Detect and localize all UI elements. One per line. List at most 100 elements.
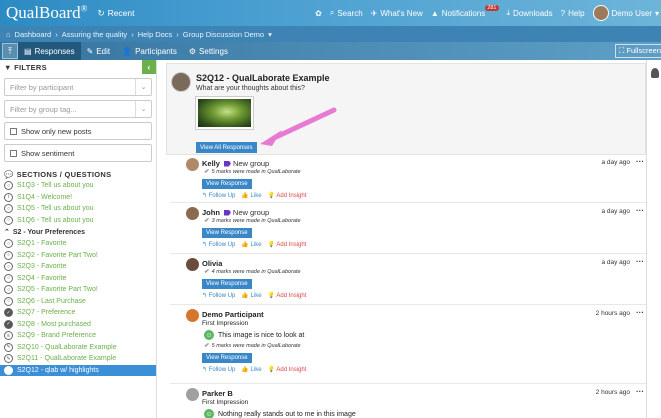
search-link[interactable]: ⌕ Search <box>330 8 363 18</box>
caret-down-icon[interactable]: ▾ <box>268 30 272 39</box>
pen-icon: ✐ <box>204 269 209 275</box>
timestamp: a day ago <box>601 159 630 166</box>
response-item: Kelly New group a day ago ··· ✐ 5 marks were … <box>170 155 646 203</box>
whats-new-link[interactable]: ✈ What's New <box>371 9 423 18</box>
help-link[interactable]: ? Help <box>561 9 585 18</box>
notifications-link[interactable]: ▲ Notifications 281 <box>431 5 499 18</box>
top-bar: QualBoard® ↻ Recent ✿ ⌕ Search ✈ What's New… <box>0 0 661 26</box>
response-actions: ↰ Follow Up 👍 Like 💡 Add Insight <box>202 241 306 248</box>
avatar[interactable] <box>186 207 199 220</box>
palette-icon[interactable]: ✿ <box>315 9 322 18</box>
add-insight-link[interactable]: 💡 Add Insight <box>268 292 307 299</box>
participant-name[interactable]: Demo Participant <box>202 310 264 319</box>
collapse-sidebar-button[interactable]: ‹ <box>142 60 156 74</box>
avatar[interactable] <box>186 258 199 271</box>
question-item[interactable]: ○ S2Q2 - Favorite Part Two! <box>0 250 156 262</box>
group-tag-filter[interactable]: Filter by group tag... ⌄ <box>4 100 152 118</box>
info-icon: i <box>4 192 13 202</box>
avatar[interactable] <box>186 388 199 401</box>
home-icon: ⌂ <box>6 29 11 39</box>
user-menu[interactable]: Demo User ▾ <box>592 5 659 21</box>
follow-up-link[interactable]: ↰ Follow Up <box>202 366 235 373</box>
add-insight-link[interactable]: 💡 Add Insight <box>268 192 307 199</box>
like-link[interactable]: 👍 Like <box>241 292 261 299</box>
question-item[interactable]: ✓ S2Q7 - Preference <box>0 307 156 319</box>
recent-menu[interactable]: ↻ Recent <box>97 8 134 19</box>
more-options-icon[interactable]: ··· <box>636 206 644 215</box>
question-item[interactable]: ✎ S2Q11 - QualLaborate Example <box>0 353 156 365</box>
like-link[interactable]: 👍 Like <box>241 192 261 199</box>
question-item[interactable]: ○ S2Q1 - Favorite <box>0 238 156 250</box>
more-options-icon[interactable]: ··· <box>636 157 644 166</box>
view-response-button[interactable]: View Response <box>202 179 252 189</box>
add-insight-link[interactable]: 💡 Add Insight <box>268 241 307 248</box>
tag-icon <box>223 160 231 167</box>
question-item[interactable]: i S1Q4 - Welcome! <box>0 192 156 204</box>
question-item[interactable]: ○ S2Q5 - Favorite Part Two! <box>0 284 156 296</box>
search-icon: ⌕ <box>329 8 335 17</box>
show-sentiment-checkbox[interactable]: Show sentiment <box>4 144 152 162</box>
tab-edit[interactable]: ✎ Edit <box>81 42 117 60</box>
brand-logo[interactable]: QualBoard® <box>0 3 87 23</box>
notifications-badge: 281 <box>485 5 499 11</box>
history-icon: ↻ <box>97 7 105 18</box>
question-item[interactable]: ○ S1Q6 - Tell us about you <box>0 215 156 227</box>
show-new-posts-checkbox[interactable]: Show only new posts <box>4 122 152 140</box>
like-link[interactable]: 👍 Like <box>241 366 261 373</box>
question-item[interactable]: ✓ S2Q8 - Most purchased <box>0 319 156 331</box>
view-response-button[interactable]: View Response <box>202 353 252 363</box>
tab-participants[interactable]: 👤 Participants <box>116 42 183 60</box>
question-item[interactable]: ○ S2Q6 - Last Purchase <box>0 296 156 308</box>
more-options-icon[interactable]: ··· <box>636 387 644 396</box>
view-response-button[interactable]: View Response <box>202 228 252 238</box>
breadcrumb: ⌂ Dashboard › Assuring the quality › Hel… <box>0 26 661 42</box>
follow-up-link[interactable]: ↰ Follow Up <box>202 241 235 248</box>
marks-note: ✐ 3 marks were made in QualLaborate <box>204 218 301 224</box>
chevron-down-icon: ⌄ <box>135 101 151 117</box>
question-item[interactable]: ○ S1Q5 - Tell us about you <box>0 203 156 215</box>
check-icon: ✓ <box>4 308 13 318</box>
participant-filter[interactable]: Filter by participant ⌄ <box>4 78 152 96</box>
add-insight-link[interactable]: 💡 Add Insight <box>268 366 307 373</box>
breadcrumb-project[interactable]: Assuring the quality <box>62 30 127 39</box>
question-item[interactable]: ✎ S2Q10 - QualLaborate Example <box>0 342 156 354</box>
question-item-active[interactable]: ✎ S2Q12 - qlab w/ highlights <box>0 364 156 376</box>
tab-responses[interactable]: ▤ Responses <box>18 42 81 60</box>
follow-up-link[interactable]: ↰ Follow Up <box>202 292 235 299</box>
participant-name[interactable]: Parker B <box>202 389 233 398</box>
view-response-button[interactable]: View Response <box>202 279 252 289</box>
smiley-icon: ☺ <box>204 330 214 340</box>
participant-name[interactable]: John New group <box>202 208 269 217</box>
checkbox[interactable] <box>10 149 17 157</box>
more-options-icon[interactable]: ··· <box>636 257 644 266</box>
question-image[interactable] <box>195 96 254 130</box>
more-options-icon[interactable]: ··· <box>636 308 644 317</box>
response-actions: ↰ Follow Up 👍 Like 💡 Add Insight <box>202 366 306 373</box>
fullscreen-button[interactable]: ⛶ Fullscreen <box>615 44 661 58</box>
response-item: John New group a day ago ··· ✐ 3 marks were m… <box>170 204 646 254</box>
breadcrumb-folder[interactable]: Help Docs <box>138 30 173 39</box>
lightbulb-icon[interactable] <box>651 68 659 78</box>
avatar[interactable] <box>186 309 199 322</box>
breadcrumb-dashboard[interactable]: Dashboard <box>15 30 52 39</box>
checkbox[interactable] <box>10 127 17 135</box>
smiley-icon: ☺ <box>204 409 214 418</box>
breadcrumb-activity[interactable]: Group Discussion Demo <box>183 30 264 39</box>
pen-icon: ✐ <box>204 218 209 224</box>
users-icon: 👤 <box>122 46 133 56</box>
participant-name[interactable]: Olivia <box>202 259 222 268</box>
participant-name[interactable]: Kelly New group <box>202 159 269 168</box>
view-all-responses-button[interactable]: View All Responses <box>196 142 257 153</box>
back-button[interactable]: ⤒ <box>2 43 18 59</box>
question-item[interactable]: ○ S2Q4 - Favorite <box>0 273 156 285</box>
question-item[interactable]: ○ S1Q3 - Tell us about you <box>0 180 156 192</box>
question-item[interactable]: ≡ S2Q9 - Brand Preference <box>0 330 156 342</box>
section-group-s2[interactable]: ⌃ S2 - Your Preferences <box>0 226 156 238</box>
avatar[interactable] <box>186 158 199 171</box>
downloads-link[interactable]: ⤓ Downloads <box>507 8 553 18</box>
avatar <box>592 5 609 21</box>
follow-up-link[interactable]: ↰ Follow Up <box>202 192 235 199</box>
tab-settings[interactable]: ⚙ Settings <box>183 42 234 60</box>
like-link[interactable]: 👍 Like <box>241 241 261 248</box>
question-item[interactable]: ○ S2Q3 - Favorite <box>0 261 156 273</box>
